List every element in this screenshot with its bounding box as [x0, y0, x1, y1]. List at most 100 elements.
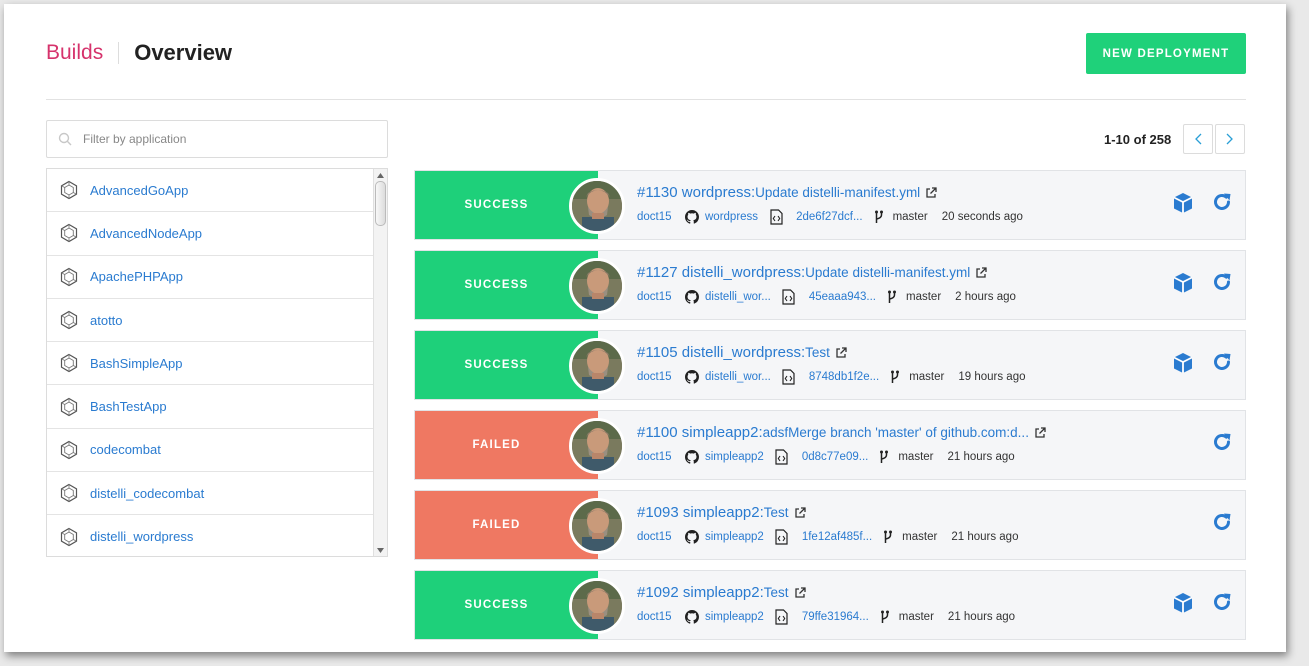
user-link[interactable]: doct15: [637, 611, 685, 623]
build-info: #1127 distelli_wordpress: Update distell…: [637, 264, 1016, 305]
commit-message[interactable]: Test: [805, 345, 830, 360]
build-time: 19 hours ago: [958, 371, 1026, 383]
app-list-item[interactable]: ApachePHPApp: [47, 256, 373, 299]
github-icon: [685, 610, 705, 624]
app-list-item[interactable]: distelli_wordpress: [47, 515, 373, 556]
scroll-down-arrow-icon[interactable]: [374, 544, 387, 556]
deploy-cube-icon[interactable]: [1171, 191, 1195, 215]
commit-sha-link[interactable]: 79ffe31964...: [802, 611, 869, 623]
commit-message[interactable]: Test: [764, 585, 789, 600]
build-meta: doct15 distelli_wor... 8748db1f2e... master…: [637, 369, 1025, 385]
scroll-up-arrow-icon[interactable]: [374, 169, 387, 181]
previous-page-button[interactable]: [1183, 124, 1213, 154]
commit-message[interactable]: Test: [764, 505, 789, 520]
branch-icon: [877, 610, 893, 624]
repo-link[interactable]: wordpress: [705, 211, 758, 223]
app-name-link[interactable]: distelli_wordpress: [90, 529, 193, 544]
repo-link[interactable]: distelli_wor...: [705, 371, 771, 383]
repo-link[interactable]: simpleapp2: [705, 611, 764, 623]
avatar: [569, 178, 625, 234]
app-list-item[interactable]: atotto: [47, 299, 373, 343]
build-info: #1093 simpleapp2: Test doct15 simpleapp2 1f…: [637, 504, 1018, 545]
build-meta: doct15 distelli_wor... 45eaaa943... master 2…: [637, 289, 1016, 305]
commit-message[interactable]: Update distelli-manifest.yml: [805, 265, 970, 280]
app-name-link[interactable]: atotto: [90, 313, 123, 328]
build-row[interactable]: FAILED #1093 simpleapp2: Test doct15 simple…: [414, 490, 1246, 560]
repo-link[interactable]: simpleapp2: [705, 451, 764, 463]
rebuild-icon[interactable]: [1211, 511, 1233, 533]
commit-sha-link[interactable]: 8748db1f2e...: [809, 371, 879, 383]
build-number-app[interactable]: #1093 simpleapp2:: [637, 504, 764, 521]
build-row[interactable]: FAILED #1100 simpleapp2: adsfMerge branch…: [414, 410, 1246, 480]
breadcrumb-builds-link[interactable]: Builds: [46, 41, 103, 65]
build-title[interactable]: #1093 simpleapp2: Test: [637, 504, 1018, 521]
build-number-app[interactable]: #1130 wordpress:: [637, 184, 755, 201]
build-title[interactable]: #1100 simpleapp2: adsfMerge branch 'mast…: [637, 424, 1046, 441]
app-list-scrollbar[interactable]: [373, 169, 387, 556]
filter-input[interactable]: [83, 132, 387, 146]
build-title[interactable]: #1127 distelli_wordpress: Update distell…: [637, 264, 1016, 281]
commit-sha-link[interactable]: 0d8c77e09...: [802, 451, 869, 463]
repo-link[interactable]: distelli_wor...: [705, 291, 771, 303]
user-link[interactable]: doct15: [637, 451, 685, 463]
build-row[interactable]: SUCCESS #1105 distelli_wordpress: Test doc…: [414, 330, 1246, 400]
external-link-icon[interactable]: [794, 506, 806, 519]
app-list-item[interactable]: BashTestApp: [47, 385, 373, 429]
build-actions: [1171, 191, 1233, 215]
external-link-icon[interactable]: [925, 186, 937, 199]
external-link-icon[interactable]: [975, 266, 987, 279]
commit-message[interactable]: adsfMerge branch 'master' of github.com:…: [763, 425, 1029, 440]
user-link[interactable]: doct15: [637, 531, 685, 543]
build-row[interactable]: SUCCESS #1127 distelli_wordpress: Update …: [414, 250, 1246, 320]
github-icon: [685, 370, 705, 384]
rebuild-icon[interactable]: [1211, 431, 1233, 453]
repo-link[interactable]: simpleapp2: [705, 531, 764, 543]
chevron-right-icon: [1226, 133, 1233, 145]
app-name-link[interactable]: distelli_codecombat: [90, 486, 204, 501]
user-link[interactable]: doct15: [637, 371, 685, 383]
app-name-link[interactable]: codecombat: [90, 442, 161, 457]
rebuild-icon[interactable]: [1211, 351, 1233, 375]
commit-sha-link[interactable]: 1fe12af485f...: [802, 531, 872, 543]
external-link-icon[interactable]: [1034, 426, 1046, 439]
external-link-icon[interactable]: [835, 346, 847, 359]
deploy-cube-icon[interactable]: [1171, 351, 1195, 375]
build-title[interactable]: #1105 distelli_wordpress: Test: [637, 344, 1025, 361]
user-link[interactable]: doct15: [637, 291, 685, 303]
next-page-button[interactable]: [1215, 124, 1245, 154]
build-title[interactable]: #1130 wordpress: Update distelli-manifes…: [637, 184, 1023, 201]
build-meta: doct15 simpleapp2 1fe12af485f... master 21 h…: [637, 529, 1018, 545]
app-list-item[interactable]: AdvancedNodeApp: [47, 212, 373, 256]
build-number-app[interactable]: #1127 distelli_wordpress:: [637, 264, 805, 281]
scroll-thumb[interactable]: [375, 181, 386, 226]
rebuild-icon[interactable]: [1211, 271, 1233, 295]
build-actions: [1171, 271, 1233, 295]
new-deployment-button[interactable]: NEW DEPLOYMENT: [1086, 33, 1246, 74]
external-link-icon[interactable]: [794, 586, 806, 599]
app-name-link[interactable]: BashTestApp: [90, 399, 167, 414]
build-row[interactable]: SUCCESS #1092 simpleapp2: Test doct15 simpl…: [414, 570, 1246, 640]
app-name-link[interactable]: BashSimpleApp: [90, 356, 183, 371]
user-link[interactable]: doct15: [637, 211, 685, 223]
commit-message[interactable]: Update distelli-manifest.yml: [755, 185, 920, 200]
app-name-link[interactable]: AdvancedGoApp: [90, 183, 188, 198]
app-list-item[interactable]: codecombat: [47, 429, 373, 473]
app-list-item[interactable]: BashSimpleApp: [47, 342, 373, 386]
build-row[interactable]: SUCCESS #1130 wordpress: Update distelli-…: [414, 170, 1246, 240]
build-meta: doct15 wordpress 2de6f27dcf... master 20 sec…: [637, 209, 1023, 225]
build-title[interactable]: #1092 simpleapp2: Test: [637, 584, 1015, 601]
deploy-cube-icon[interactable]: [1171, 271, 1195, 295]
rebuild-icon[interactable]: [1211, 191, 1233, 215]
app-name-link[interactable]: AdvancedNodeApp: [90, 226, 202, 241]
rebuild-icon[interactable]: [1211, 591, 1233, 615]
build-number-app[interactable]: #1105 distelli_wordpress:: [637, 344, 805, 361]
commit-sha-link[interactable]: 2de6f27dcf...: [796, 211, 863, 223]
app-list-item[interactable]: distelli_codecombat: [47, 472, 373, 516]
app-list-item[interactable]: AdvancedGoApp: [47, 169, 373, 213]
build-number-app[interactable]: #1092 simpleapp2:: [637, 584, 764, 601]
deploy-cube-icon[interactable]: [1171, 591, 1195, 615]
application-list: AdvancedGoApp AdvancedNodeApp ApachePHPApp…: [46, 168, 388, 557]
app-name-link[interactable]: ApachePHPApp: [90, 269, 183, 284]
commit-sha-link[interactable]: 45eaaa943...: [809, 291, 876, 303]
build-number-app[interactable]: #1100 simpleapp2:: [637, 424, 763, 441]
